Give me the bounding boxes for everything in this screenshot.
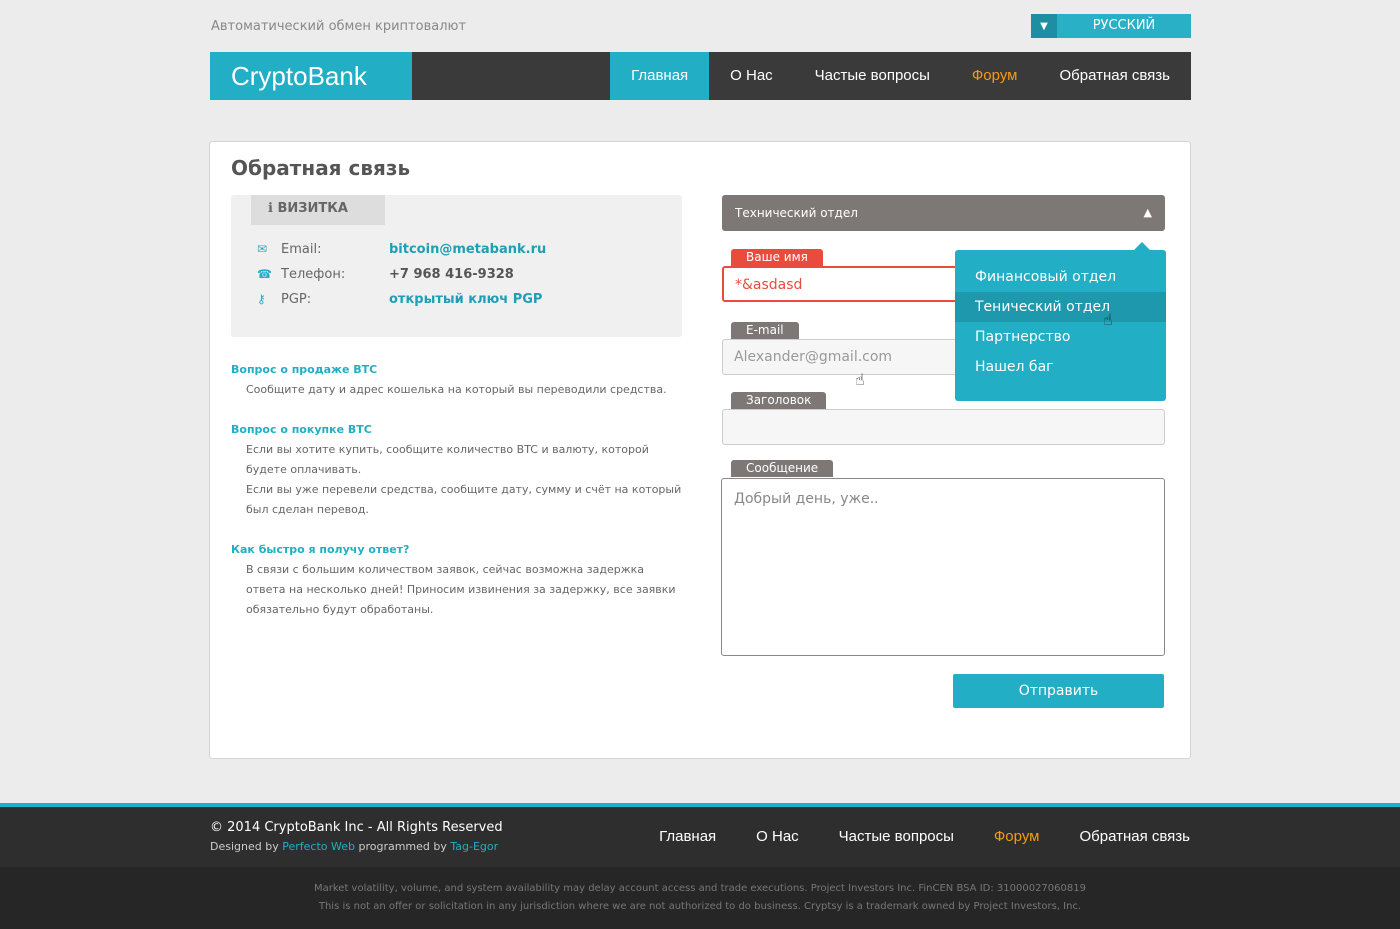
- legal-disclaimer: Market volatility, volume, and system av…: [0, 867, 1400, 929]
- site-tagline: Автоматический обмен криптовалют: [211, 19, 467, 34]
- hand-cursor-icon: ☝: [855, 370, 865, 389]
- faq-item: Вопрос о продаже BTC Сообщите дату и адр…: [231, 360, 686, 400]
- content-panel: Обратная связь ℹ ВИЗИТКА ✉ Email: bitcoin@…: [209, 141, 1191, 759]
- faq-question: Как быстро я получу ответ?: [231, 543, 410, 556]
- phone-value: +7 968 416-9328: [389, 267, 514, 282]
- main-nav: Главная О Нас Частые вопросы Форум Обрат…: [610, 52, 1191, 100]
- subject-label: Заголовок: [731, 392, 827, 409]
- programmer-link[interactable]: Tag-Egor: [450, 840, 498, 853]
- faq-item: Как быстро я получу ответ? В связи с бол…: [231, 540, 686, 620]
- name-label: Ваше имя: [731, 249, 823, 266]
- dropdown-item-active[interactable]: Тенический отдел: [955, 292, 1166, 322]
- faq-item: Вопрос о покупке BTC Если вы хотите купи…: [231, 420, 686, 520]
- footer: © 2014 CryptoBank Inc - All Rights Reser…: [0, 807, 1400, 867]
- email-row: ✉ Email: bitcoin@metabank.ru: [257, 240, 546, 258]
- designed-by-label: Designed by: [210, 840, 279, 853]
- faq-answer: Если вы уже перевели средства, сообщите …: [246, 483, 682, 516]
- programmed-by-label: programmed by: [358, 840, 447, 853]
- pgp-link[interactable]: открытый ключ PGP: [389, 292, 542, 307]
- card-tab-label: ВИЗИТКА: [277, 201, 348, 216]
- legal-line: Market volatility, volume, and system av…: [314, 883, 1086, 894]
- info-icon: ℹ: [268, 201, 273, 216]
- phone-label: Телефон:: [281, 267, 346, 282]
- chevron-down-icon[interactable]: ▼: [1031, 14, 1057, 38]
- envelope-icon: ✉: [257, 242, 268, 256]
- faq-answer: Сообщите дату и адрес кошелька на которы…: [246, 383, 667, 396]
- header-bar: CryptoBank Главная О Нас Частые вопросы …: [210, 52, 1191, 100]
- department-value: Технический отдел: [735, 206, 858, 220]
- credits: Designed by Perfecto Web programmed by T…: [210, 840, 498, 853]
- footer-nav: Главная О Нас Частые вопросы Форум Обрат…: [619, 807, 1190, 867]
- email-label: E-mail: [731, 322, 799, 339]
- legal-line: This is not an offer or solicitation in …: [318, 901, 1082, 912]
- footer-nav-contact[interactable]: Обратная связь: [1039, 807, 1190, 867]
- faq-answer: В связи с большим количеством заявок, се…: [246, 563, 676, 616]
- submit-button[interactable]: Отправить: [953, 674, 1164, 708]
- nav-faq[interactable]: Частые вопросы: [794, 52, 951, 100]
- logo[interactable]: CryptoBank: [210, 52, 412, 100]
- pgp-label: PGP:: [281, 292, 312, 307]
- message-field[interactable]: Добрый день, уже..: [721, 478, 1165, 656]
- nav-about[interactable]: О Нас: [709, 52, 794, 100]
- chevron-up-icon[interactable]: ▲: [1144, 195, 1152, 231]
- dropdown-item[interactable]: Нашел баг: [955, 352, 1166, 382]
- nav-home[interactable]: Главная: [610, 52, 710, 100]
- contact-card: ℹ ВИЗИТКА ✉ Email: bitcoin@metabank.ru ☎ Те…: [231, 195, 682, 337]
- designer-link[interactable]: Perfecto Web: [282, 840, 355, 853]
- footer-nav-home[interactable]: Главная: [619, 807, 716, 867]
- card-tab: ℹ ВИЗИТКА: [251, 195, 385, 225]
- email-link[interactable]: bitcoin@metabank.ru: [389, 242, 546, 257]
- department-select[interactable]: Технический отдел ▲: [722, 195, 1165, 231]
- language-label: РУССКИЙ: [1092, 18, 1156, 33]
- copyright: © 2014 CryptoBank Inc - All Rights Reser…: [210, 820, 503, 835]
- dropdown-item[interactable]: Финансовый отдел: [955, 262, 1166, 292]
- faq-answer: Если вы хотите купить, сообщите количест…: [246, 443, 649, 476]
- faq-question: Вопрос о покупке BTC: [231, 423, 372, 436]
- footer-nav-forum[interactable]: Форум: [954, 807, 1040, 867]
- faq-question: Вопрос о продаже BTC: [231, 363, 378, 376]
- pgp-row: ⚷ PGP: открытый ключ PGP: [257, 290, 542, 308]
- footer-nav-about[interactable]: О Нас: [716, 807, 799, 867]
- phone-row: ☎ Телефон: +7 968 416-9328: [257, 265, 514, 283]
- language-select[interactable]: ▼ РУССКИЙ: [1031, 14, 1191, 38]
- department-dropdown: Финансовый отдел Тенический отдел Партне…: [955, 242, 1166, 401]
- nav-forum[interactable]: Форум: [951, 52, 1039, 100]
- key-icon: ⚷: [257, 292, 266, 306]
- phone-icon: ☎: [257, 267, 272, 281]
- page-title: Обратная связь: [231, 156, 411, 180]
- subject-field[interactable]: [722, 409, 1165, 445]
- nav-contact[interactable]: Обратная связь: [1038, 52, 1191, 100]
- footer-nav-faq[interactable]: Частые вопросы: [799, 807, 954, 867]
- email-label: Email:: [281, 242, 322, 257]
- hand-cursor-icon: ☝: [1103, 310, 1113, 329]
- message-label: Сообщение: [731, 460, 834, 477]
- dropdown-item[interactable]: Партнерство: [955, 322, 1166, 352]
